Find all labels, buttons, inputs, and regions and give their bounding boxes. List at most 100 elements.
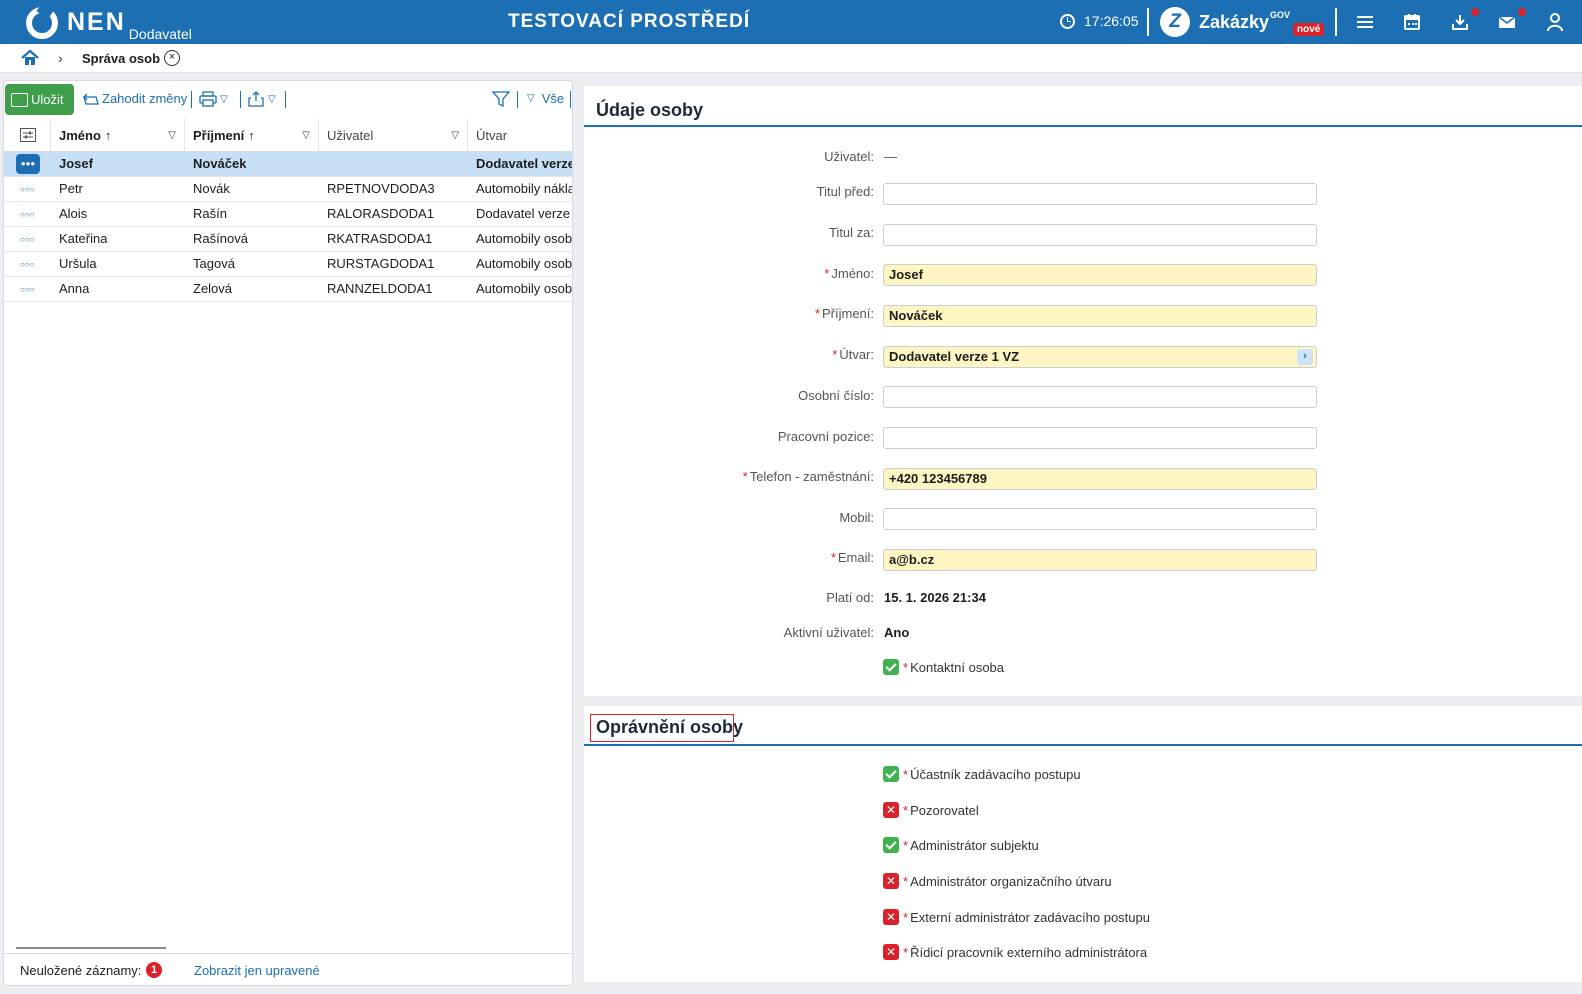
row-actions-icon[interactable]: ●●● (16, 154, 40, 174)
cell-utvar: Dodavatel verze 1 VZ (476, 206, 572, 221)
permission-subject-admin[interactable]: * Administrátor subjektu (883, 837, 1039, 853)
checkbox-checked-icon (883, 766, 899, 782)
mobile-input[interactable] (883, 508, 1317, 530)
column-filter-icon[interactable]: ▽ (168, 119, 176, 152)
calendar-icon[interactable] (1402, 12, 1422, 32)
field-label: Mobil: (839, 510, 874, 525)
filter-all-label: Vše (541, 91, 565, 106)
column-header-utvar[interactable]: Útvar (468, 119, 572, 152)
field-label: Útvar: (839, 347, 874, 362)
column-settings-button[interactable] (4, 119, 51, 152)
permission-org-unit-admin[interactable]: ✕ * Administrátor organizačního útvaru (883, 873, 1112, 889)
breadcrumb: › Správa osob × (0, 44, 1582, 73)
job-position-input[interactable] (883, 427, 1317, 449)
cell-utvar: Automobily osobní (476, 231, 572, 246)
table-row[interactable]: ○○○ Alois Rašín RALORASDODA1 Dodavatel v… (4, 202, 572, 227)
nen-logo[interactable]: NEN Dodavatel (26, 6, 192, 42)
row-actions-icon[interactable]: ○○○ (20, 211, 35, 219)
title-after-input[interactable] (883, 224, 1317, 246)
download-notification-dot (1471, 8, 1479, 16)
required-marker: * (903, 909, 909, 925)
field-label: Aktivní uživatel: (783, 625, 874, 640)
table-row[interactable]: ○○○ Kateřina Rašínová RKATRASDODA1 Autom… (4, 227, 572, 252)
department-select[interactable]: Dodavatel verze 1 VZ › (883, 346, 1317, 368)
toolbar-divider (191, 91, 192, 108)
checkbox-unchecked-icon: ✕ (883, 873, 899, 889)
required-marker: * (832, 347, 838, 362)
required-marker: * (903, 766, 909, 782)
column-filter-icon[interactable]: ▽ (451, 119, 459, 152)
email-field[interactable]: a@b.cz (883, 549, 1317, 571)
checkbox-checked-icon (883, 837, 899, 853)
field-label: Platí od: (826, 590, 874, 605)
unsaved-count-badge: 1 (146, 962, 162, 978)
menu-icon[interactable] (1355, 12, 1375, 32)
permission-observer[interactable]: ✕ * Pozorovatel (883, 802, 979, 818)
export-icon (248, 91, 264, 107)
print-icon (199, 91, 217, 107)
permission-participant[interactable]: * Účastník zadávacího postupu (883, 766, 1081, 782)
permission-external-admin[interactable]: ✕ * Externí administrátor zadávacího pos… (883, 909, 1150, 925)
required-marker: * (824, 266, 830, 281)
table-row[interactable]: ○○○ Uršula Tagová RURSTAGDODA1 Automobil… (4, 252, 572, 277)
table-row[interactable]: ○○○ Petr Novák RPETNOVDODA3 Automobily n… (4, 177, 572, 202)
field-label: Telefon - zaměstnání: (749, 469, 874, 484)
environment-title: TESTOVACÍ PROSTŘEDÍ (508, 11, 751, 32)
topbar-divider (1335, 8, 1337, 36)
sort-ascending-icon: ↑ (104, 128, 112, 143)
column-header-prijmeni[interactable]: Příjmení ↑ ▽ (185, 119, 319, 152)
download-icon[interactable] (1450, 12, 1470, 32)
cell-uzivatel: RANNZELDODA1 (327, 281, 433, 296)
column-label: Jméno (59, 128, 101, 143)
row-actions-icon[interactable]: ○○○ (20, 186, 35, 194)
column-header-jmeno[interactable]: Jméno ↑ ▽ (51, 119, 185, 152)
row-actions-icon[interactable]: ○○○ (20, 286, 35, 294)
horizontal-scrollbar[interactable] (16, 947, 166, 949)
permission-label: Administrátor subjektu (910, 837, 1039, 853)
cell-uzivatel: RURSTAGDODA1 (327, 256, 435, 271)
nen-logo-icon (26, 7, 58, 39)
cell-uzivatel: RALORASDODA1 (327, 206, 434, 221)
field-label: Titul před: (816, 184, 874, 199)
cell-prijmeni: Rašín (193, 206, 227, 221)
title-before-input[interactable] (883, 183, 1317, 205)
logo-text: NEN (67, 8, 126, 36)
required-marker: * (903, 873, 909, 889)
row-actions-icon[interactable]: ○○○ (20, 236, 35, 244)
top-bar: NEN Dodavatel TESTOVACÍ PROSTŘEDÍ 17:26:… (0, 0, 1582, 44)
work-phone-input[interactable]: +420 123456789 (883, 468, 1317, 490)
filter-all-dropdown[interactable]: ▽ Vše (527, 91, 564, 106)
close-tab-icon[interactable]: × (164, 50, 180, 66)
first-name-input[interactable]: Josef (883, 264, 1317, 286)
breadcrumb-current: Správa osob (82, 51, 161, 66)
permission-external-admin-manager[interactable]: ✕ * Řídicí pracovník externího administr… (883, 944, 1147, 960)
filter-button[interactable] (492, 91, 510, 107)
required-marker: * (814, 306, 820, 321)
mail-icon[interactable] (1497, 12, 1517, 32)
column-header-uzivatel[interactable]: Uživatel ▽ (319, 119, 468, 152)
show-modified-link[interactable]: Zobrazit jen upravené (194, 963, 320, 978)
last-name-input[interactable]: Nováček (883, 305, 1317, 327)
column-label: Útvar (476, 128, 508, 143)
discard-changes-button[interactable]: Zahodit změny (82, 91, 187, 106)
column-filter-icon[interactable]: ▽ (302, 119, 310, 152)
personal-number-input[interactable] (883, 386, 1317, 408)
row-actions-icon[interactable]: ○○○ (20, 261, 35, 269)
field-label: Osobní číslo: (798, 388, 874, 403)
chevron-right-icon[interactable]: › (1297, 349, 1313, 365)
cell-utvar: Automobily osobní (476, 281, 572, 296)
cell-jmeno: Josef (59, 156, 93, 171)
user-icon[interactable] (1545, 12, 1565, 32)
zakazky-gov-link[interactable]: Z Zakázky GOV nové (1160, 7, 1325, 37)
filter-dropdown-icon: ▽ (527, 93, 535, 104)
home-icon[interactable] (21, 49, 39, 67)
table-row[interactable]: ●●● Josef Nováček Dodavatel verze 1 VZ (4, 152, 572, 177)
save-button[interactable]: Uložit (5, 84, 74, 115)
table-row[interactable]: ○○○ Anna Zelová RANNZELDODA1 Automobily … (4, 277, 572, 302)
print-button[interactable]: ▽ (199, 91, 228, 107)
export-button[interactable]: ▽ (248, 91, 276, 107)
print-dropdown-icon: ▽ (220, 93, 228, 105)
zakazky-label: Zakázky (1199, 11, 1270, 32)
active-user-value: Ano (884, 625, 910, 640)
contact-person-checkbox[interactable]: * Kontaktní osoba (883, 659, 1004, 675)
